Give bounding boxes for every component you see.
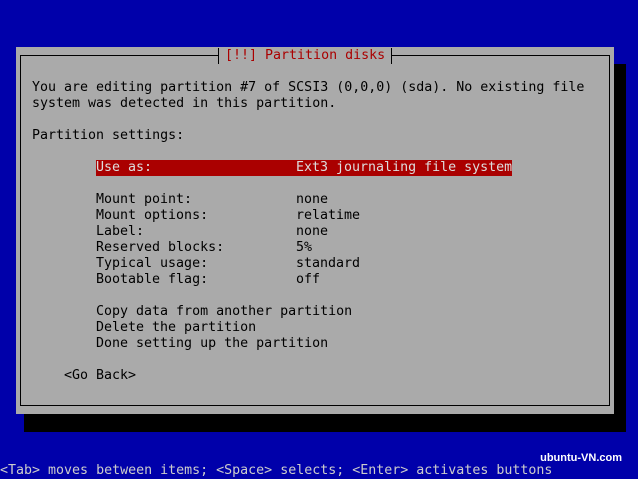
action-done-setting-up[interactable]: Done setting up the partition [96, 336, 328, 352]
setting-value: off [296, 272, 321, 287]
dialog-title: [!!] Partition disks [218, 48, 393, 64]
setting-value: none [296, 224, 329, 239]
settings-heading: Partition settings: [32, 128, 185, 143]
setting-value: none [296, 192, 329, 207]
description-line-1: You are editing partition #7 of SCSI3 (0… [32, 80, 585, 95]
setting-label: Label: [96, 224, 145, 239]
setting-label: Mount options: [96, 208, 209, 223]
setting-label: Reserved blocks: [96, 240, 225, 255]
setting-use-as[interactable]: Use as: Ext3 journaling file system [96, 160, 512, 176]
setting-label: Typical usage: [96, 256, 209, 271]
go-back-button[interactable]: <Go Back> [64, 368, 136, 384]
setting-value: relatime [296, 208, 361, 223]
setting-label: Use as: [96, 160, 153, 175]
setting-label: Bootable flag: [96, 272, 209, 287]
setting-value: Ext3 journaling file system [296, 160, 513, 175]
description-line-2: system was detected in this partition. [32, 96, 337, 111]
setting-label: Mount point: [96, 192, 193, 207]
setting-value: standard [296, 256, 361, 271]
help-line: <Tab> moves between items; <Space> selec… [0, 463, 553, 478]
action-delete-partition[interactable]: Delete the partition [96, 320, 256, 336]
setting-value: 5% [296, 240, 313, 255]
watermark: ubuntu-VN.com [540, 452, 622, 464]
action-copy-data[interactable]: Copy data from another partition [96, 304, 352, 320]
